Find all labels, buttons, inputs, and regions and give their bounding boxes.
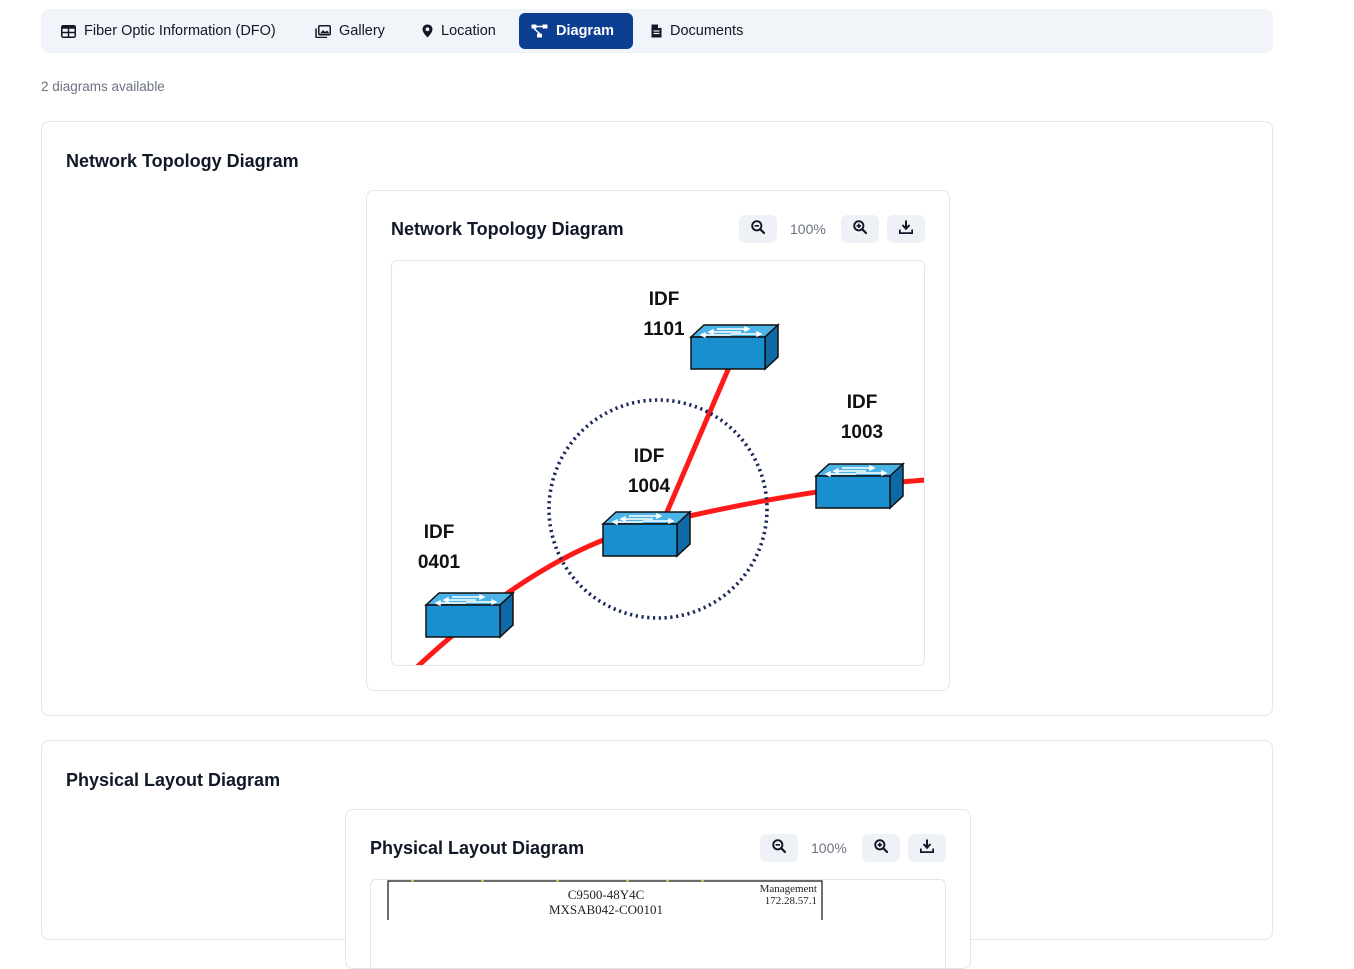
node-label: IDF (634, 446, 665, 467)
diagram-count: 2 diagrams available (41, 79, 165, 94)
physical-layout-card: Physical Layout Diagram Physical Layout … (41, 740, 1273, 969)
download-button[interactable] (908, 834, 946, 862)
tab-gallery[interactable]: Gallery (303, 13, 397, 49)
switch-idf-0401 (425, 592, 514, 638)
zoom-out-button[interactable] (739, 215, 777, 243)
diagram-canvas: C9500-48Y4C MXSAB042-CO0101 Management 1… (370, 879, 946, 968)
network-topology-card: Network Topology Diagram Network Topolog… (41, 121, 1273, 716)
tab-label: Fiber Optic Information (DFO) (84, 23, 276, 39)
diagram-icon (531, 24, 548, 38)
zoom-level: 100% (811, 840, 847, 856)
diagram-viewer: Physical Layout Diagram 100% C9500-48Y4C… (345, 809, 971, 969)
section-title: Network Topology Diagram (66, 151, 299, 171)
table-icon (61, 24, 76, 38)
tab-fiber-optic-information[interactable]: Fiber Optic Information (DFO) (49, 13, 288, 49)
map-pin-icon (422, 24, 433, 38)
mgmt-ip: 172.28.57.1 (765, 895, 817, 907)
physical-layout-image: C9500-48Y4C MXSAB042-CO0101 Management 1… (387, 880, 823, 920)
zoom-in-button[interactable] (841, 215, 879, 243)
node-label: 1003 (841, 422, 883, 443)
download-icon (898, 220, 914, 239)
node-label: 1101 (643, 319, 685, 340)
node-label: IDF (649, 289, 680, 310)
tab-label: Diagram (556, 23, 615, 39)
diagram-canvas: IDF 1101 IDF 1003 IDF 1004 IDF 0401 (391, 260, 925, 666)
zoom-out-icon (751, 219, 766, 239)
tab-diagram[interactable]: Diagram (519, 13, 633, 49)
tab-label: Documents (670, 23, 744, 39)
node-label: IDF (847, 392, 878, 413)
zoom-level: 100% (790, 221, 826, 237)
tab-documents[interactable]: Documents (639, 13, 755, 49)
file-icon (651, 24, 662, 38)
download-icon (919, 839, 935, 858)
tab-label: Gallery (339, 23, 385, 39)
section-title: Physical Layout Diagram (66, 770, 281, 790)
zoom-in-icon (853, 219, 868, 239)
switch-idf-1004 (602, 511, 691, 557)
node-label: 1004 (628, 476, 671, 497)
network-topology-image: IDF 1101 IDF 1003 IDF 1004 IDF 0401 (415, 289, 924, 665)
mgmt-label: Management (760, 883, 817, 895)
viewer-title: Network Topology Diagram (391, 219, 624, 239)
zoom-out-button[interactable] (760, 834, 798, 862)
tab-bar: Fiber Optic Information (DFO) Gallery Lo… (41, 9, 1273, 53)
viewer-title: Physical Layout Diagram (370, 838, 585, 858)
switch-idf-1003 (815, 463, 904, 509)
node-label: 0401 (418, 552, 461, 573)
zoom-out-icon (772, 838, 787, 858)
node-label: IDF (424, 522, 455, 543)
images-icon (315, 24, 331, 38)
zoom-in-icon (874, 838, 889, 858)
tab-location[interactable]: Location (410, 13, 508, 49)
device-model: C9500-48Y4C (568, 887, 645, 902)
diagram-viewer: Network Topology Diagram 100% IDF 1101 I… (366, 190, 950, 691)
zoom-in-button[interactable] (862, 834, 900, 862)
tab-label: Location (441, 23, 496, 39)
fiber-link (661, 364, 733, 520)
download-button[interactable] (887, 215, 925, 243)
switch-idf-1101 (690, 324, 779, 370)
